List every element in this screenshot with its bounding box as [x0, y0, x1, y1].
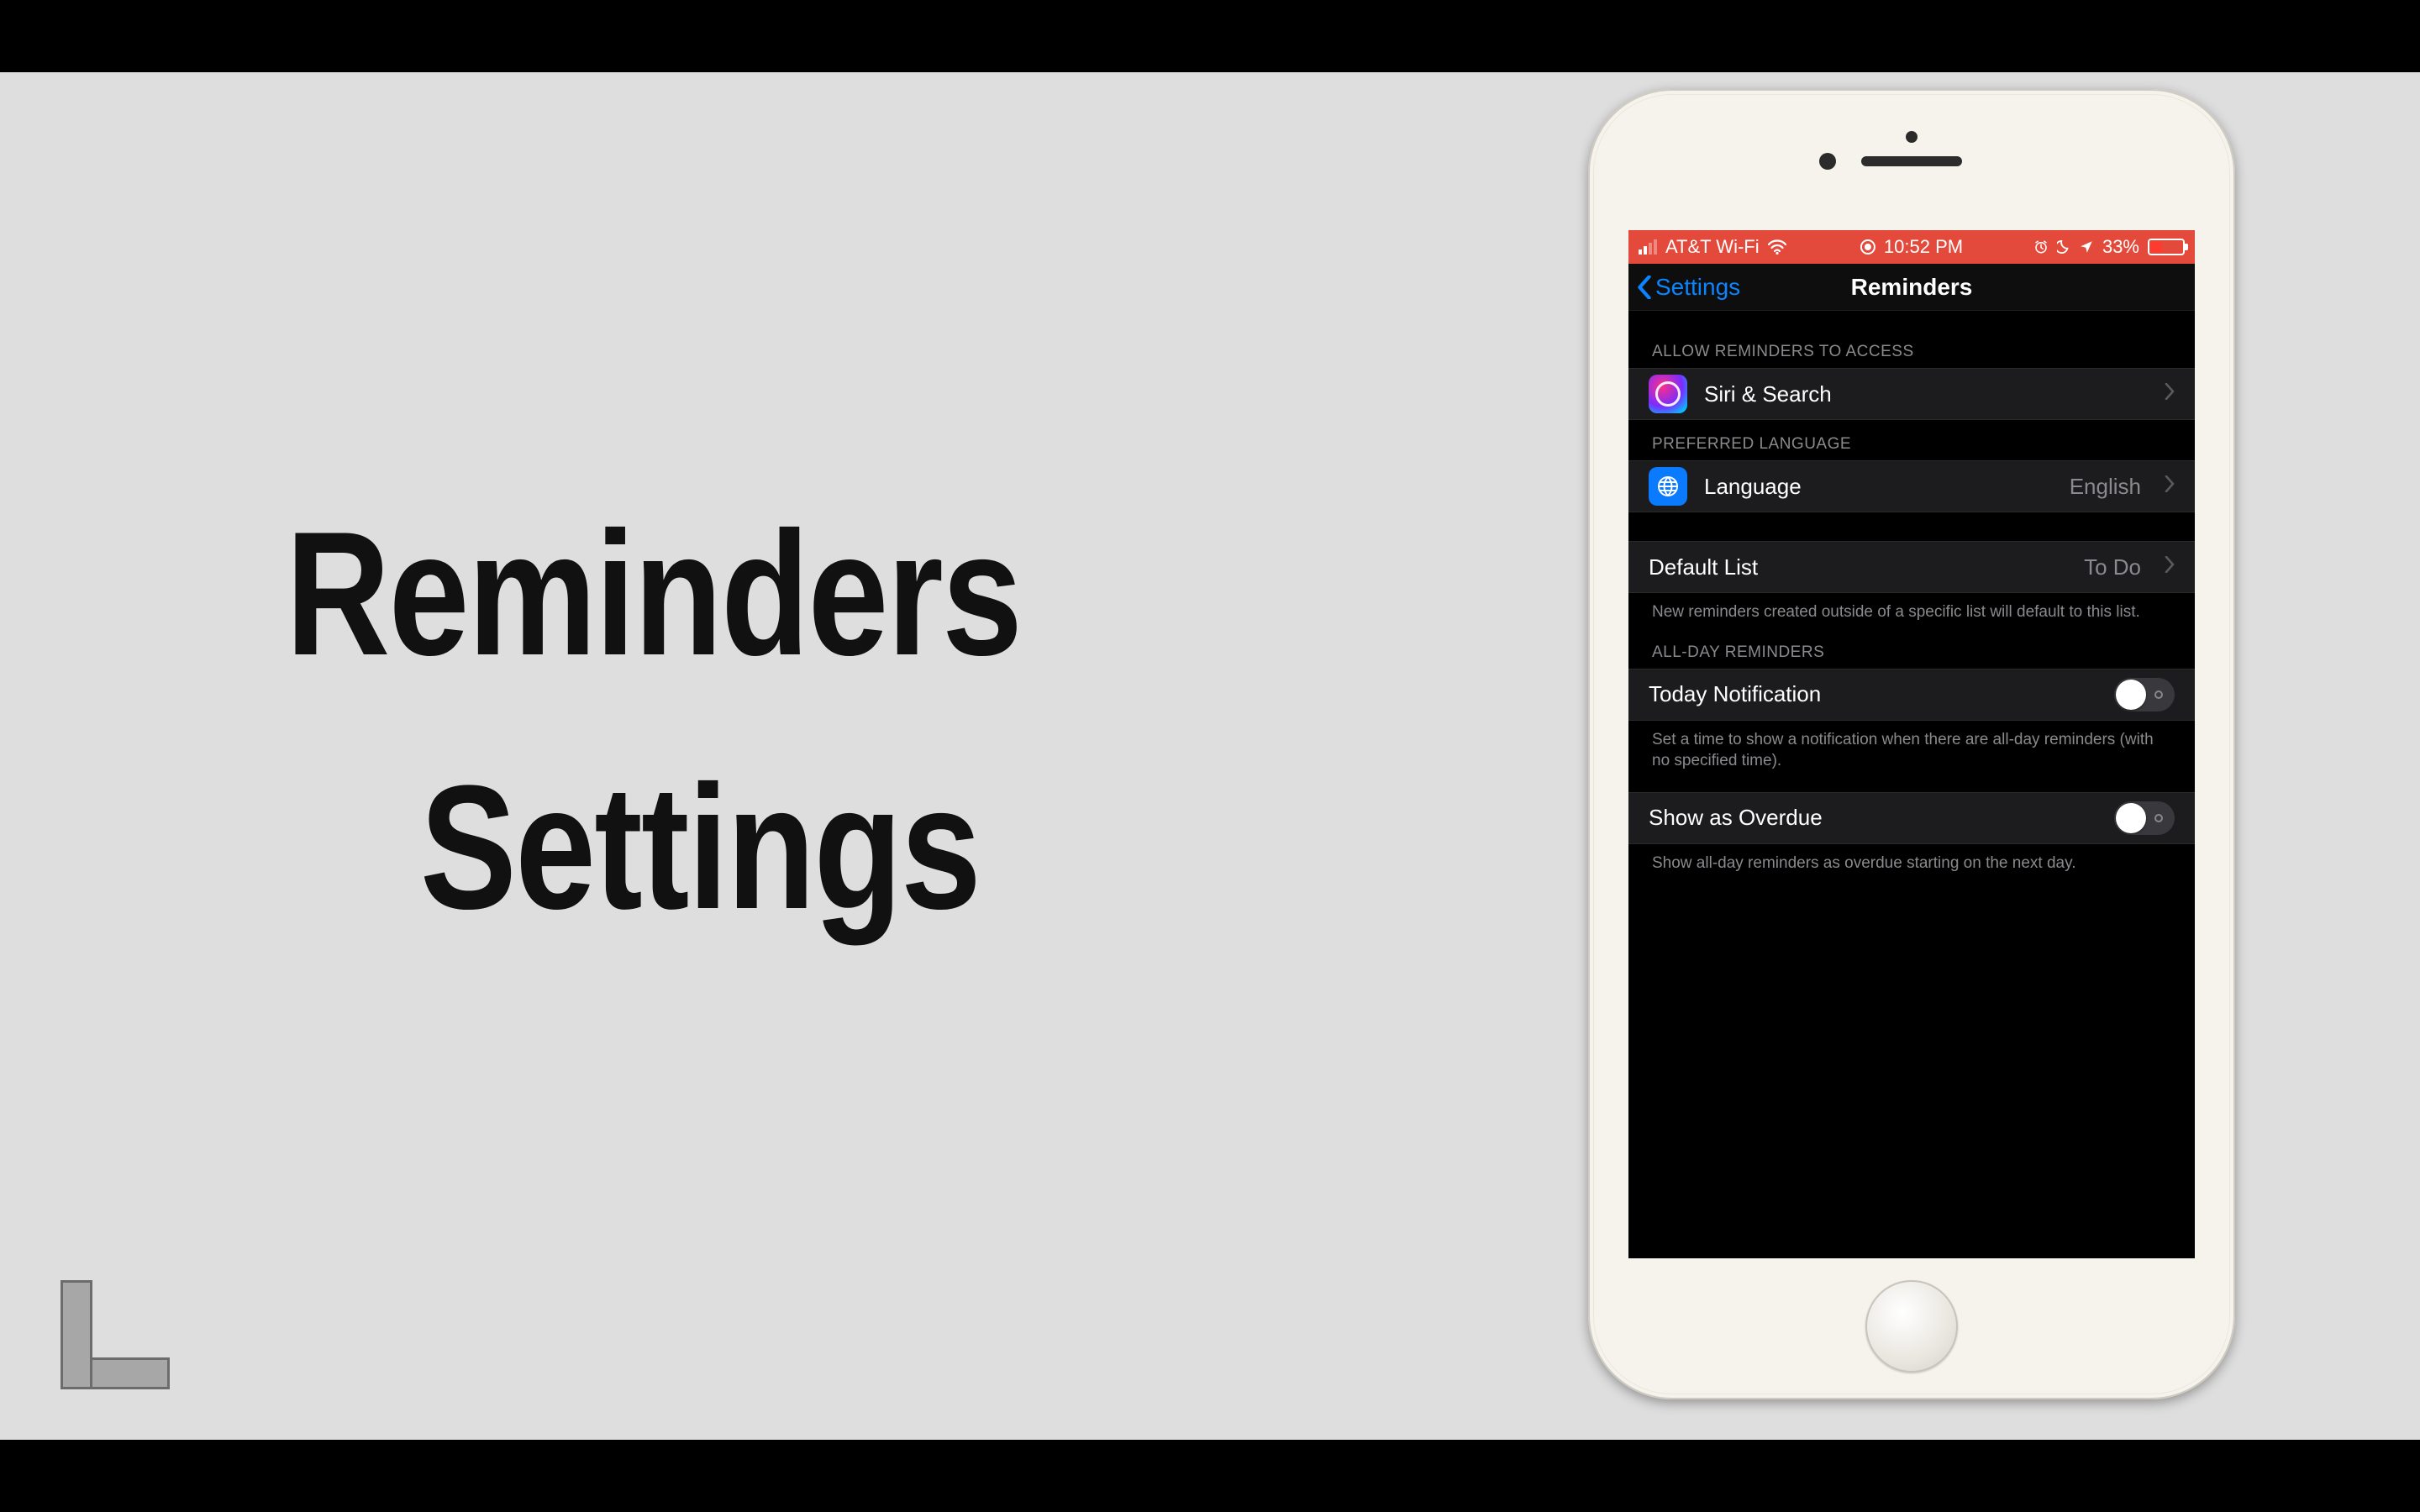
footer-default-list: New reminders created outside of a speci…	[1628, 593, 2195, 628]
nav-back-button[interactable]: Settings	[1628, 274, 1740, 301]
row-today-notification-label: Today Notification	[1649, 681, 1821, 707]
row-language[interactable]: Language English	[1628, 460, 2195, 512]
row-default-list[interactable]: Default List To Do	[1628, 541, 2195, 593]
front-camera-icon	[1819, 153, 1836, 170]
chevron-right-icon	[2165, 555, 2175, 579]
signal-bars-icon	[1639, 239, 1657, 255]
phone-speaker	[1861, 156, 1962, 166]
chevron-right-icon	[2165, 382, 2175, 406]
phone-mockup: AT&T Wi-Fi 10:52 PM 33%	[1588, 89, 2235, 1399]
status-carrier: AT&T Wi-Fi	[1665, 236, 1760, 258]
toggle-show-overdue[interactable]	[2114, 801, 2175, 835]
slide-title-line1: Reminders	[286, 492, 1021, 696]
row-today-notification[interactable]: Today Notification	[1628, 669, 2195, 721]
status-battery-pct: 33%	[2102, 236, 2139, 258]
group-header-language: PREFERRED LANGUAGE	[1628, 420, 2195, 460]
row-show-overdue[interactable]: Show as Overdue	[1628, 792, 2195, 844]
row-language-label: Language	[1704, 474, 1802, 500]
row-siri-label: Siri & Search	[1704, 381, 1832, 407]
location-arrow-icon	[2079, 239, 2094, 255]
siri-icon	[1649, 375, 1687, 413]
proximity-sensor-icon	[1906, 131, 1918, 143]
row-default-list-value: To Do	[2084, 554, 2141, 580]
dnd-moon-icon	[2057, 239, 2070, 255]
status-bar: AT&T Wi-Fi 10:52 PM 33%	[1628, 230, 2195, 264]
chevron-left-icon	[1637, 276, 1652, 299]
footer-today-notification: Set a time to show a notification when t…	[1628, 721, 2195, 777]
nav-back-label: Settings	[1655, 274, 1740, 301]
row-siri-search[interactable]: Siri & Search	[1628, 368, 2195, 420]
status-time: 10:52 PM	[1884, 236, 1963, 258]
logo-l	[60, 1280, 170, 1389]
footer-show-overdue: Show all-day reminders as overdue starti…	[1628, 844, 2195, 879]
chevron-right-icon	[2165, 475, 2175, 498]
row-language-value: English	[2070, 474, 2141, 500]
nav-title: Reminders	[1851, 274, 1973, 301]
globe-icon	[1649, 467, 1687, 506]
settings-content[interactable]: ALLOW REMINDERS TO ACCESS Siri & Search …	[1628, 311, 2195, 1258]
wifi-icon	[1768, 239, 1786, 255]
group-header-access: ALLOW REMINDERS TO ACCESS	[1628, 328, 2195, 368]
row-show-overdue-label: Show as Overdue	[1649, 805, 1823, 831]
row-default-list-label: Default List	[1649, 554, 1758, 580]
toggle-today-notification[interactable]	[2114, 678, 2175, 711]
phone-screen: AT&T Wi-Fi 10:52 PM 33%	[1628, 230, 2195, 1258]
record-indicator-icon	[1860, 239, 1876, 255]
slide-title-line2: Settings	[420, 746, 1045, 949]
group-header-allday: ALL-DAY REMINDERS	[1628, 628, 2195, 669]
battery-icon	[2148, 239, 2185, 255]
home-button[interactable]	[1865, 1280, 1958, 1373]
slide-title: Reminders Settings	[286, 492, 1182, 949]
alarm-icon	[2033, 239, 2049, 255]
nav-bar: Settings Reminders	[1628, 264, 2195, 311]
slide-stage: Reminders Settings AT&T Wi-Fi 10:52 PM	[0, 72, 2420, 1440]
